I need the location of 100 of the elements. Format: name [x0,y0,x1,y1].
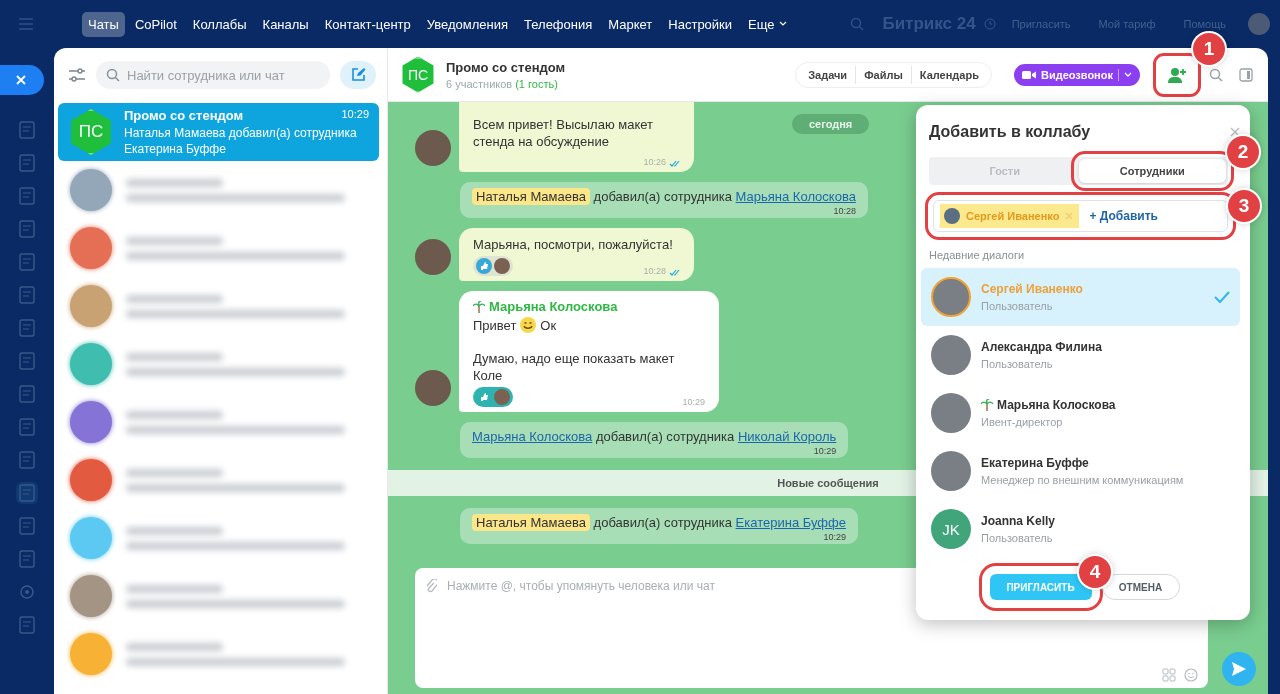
nav-link[interactable]: Чаты [82,11,125,37]
avatar [415,130,451,166]
check-icon [1214,291,1230,303]
popup-title: Добавить в коллабу [929,123,1091,141]
user-role: Пользователь [981,532,1054,544]
avatar [944,208,960,224]
filter-icon[interactable] [68,67,86,83]
app-icon[interactable] [16,350,38,372]
add-user-icon [1167,66,1187,83]
app-icon[interactable] [16,284,38,306]
user-list-item[interactable]: Александра Филина Пользователь [921,326,1240,384]
app-icon[interactable] [16,251,38,273]
user-role: Пользователь [981,300,1054,312]
message-time: 10:26 [643,157,666,167]
app-icon[interactable] [16,449,38,471]
pencil-square-icon [350,67,366,83]
app-icon[interactable] [16,152,38,174]
smiley-icon[interactable] [1184,668,1198,682]
user-role: Ивент-директор [981,416,1064,428]
app-icon[interactable] [16,614,38,636]
nav-link[interactable]: Телефония [518,11,599,37]
user-name: Joanna Kelly [981,514,1056,528]
compose-button[interactable] [340,61,376,89]
message-text: Марьяна, посмотри, пожалуйста! [473,236,674,253]
nav-link[interactable]: Коллабы [186,11,253,37]
app-icon[interactable] [16,482,38,504]
close-button[interactable] [0,65,44,95]
menu-icon[interactable] [18,18,34,30]
user-name: Сергей Иваненко [981,282,1083,296]
app-icon[interactable] [16,515,38,537]
date-label: сегодня [792,114,870,134]
user-list-item[interactable]: JK Joanna Kelly Пользователь [921,500,1240,558]
user-role: Пользователь [981,358,1054,370]
message-time: 10:28 [833,206,856,216]
message-time: 10:29 [823,532,846,542]
nav-link[interactable]: Маркет [602,11,659,37]
nav-link[interactable]: Уведомления [420,11,515,37]
header-tab-button[interactable]: Файлы [856,65,912,84]
chat-time: 10:29 [341,107,369,122]
nav-link[interactable]: Настройки [662,11,739,37]
search-field[interactable]: Найти сотрудника или чат [96,61,330,89]
app-icon[interactable] [16,416,38,438]
user-list-item[interactable]: Марьяна Колоскова Ивент-директор [921,384,1240,442]
user-avatar[interactable] [1248,13,1270,35]
clock-icon [983,18,996,30]
avatar [415,239,451,275]
avatar [931,451,971,491]
nav-link[interactable]: Контакт-центр [318,11,417,37]
user-role: Менеджер по внешним коммуникациям [981,474,1185,486]
app-icon[interactable] [16,185,38,207]
app-icon[interactable] [16,119,38,141]
close-icon[interactable] [1065,212,1074,220]
user-link[interactable]: Наталья Мамаева [472,188,590,205]
add-link[interactable]: + Добавить [1089,209,1158,223]
smiley-icon [520,317,537,333]
avatar [494,258,510,274]
avatar [931,393,971,433]
app-icon[interactable] [16,218,38,240]
step-number: 3 [1228,190,1260,222]
video-call-button[interactable]: Видеозвонок [1013,63,1140,86]
nav-link[interactable]: Еще [742,11,793,37]
caret-icon [1124,71,1132,78]
system-message: Наталья Мамаева добавил(а) сотрудника Екатерина Буффе [472,514,846,532]
step-number: 1 [1193,33,1225,65]
avatar [494,389,510,405]
message-text: Привет [473,317,517,333]
nav-link[interactable]: CoPilot [128,11,183,37]
grid-icon[interactable] [1162,668,1176,682]
system-message: Марьяна Колоскова добавил(а) сотрудника Николай Король [472,428,837,446]
user-name: Марьяна Колоскова [997,398,1116,412]
app-icon[interactable] [16,317,38,339]
user-link[interactable]: Екатерина Буффе [735,515,846,530]
send-icon [1231,661,1247,677]
header-tab-button[interactable]: Календарь [911,65,987,84]
app-icon[interactable] [16,548,38,570]
message-text: Всем привет! Высылаю макет стенда на обсуждение [473,116,654,150]
user-name: Екатерина Буффе [981,456,1089,470]
section-label: Недавние диалоги [929,249,1026,261]
paperclip-icon[interactable] [425,579,437,593]
initials-avatar: JK [931,509,971,549]
reaction-button[interactable] [473,256,513,276]
app-icon[interactable] [16,383,38,405]
nav-link[interactable]: Каналы [256,11,315,37]
user-link[interactable]: Николай Король [737,429,837,444]
message-text: Думаю, надо еще показать макет Коле [473,350,676,384]
avatar [931,277,971,317]
reaction-button[interactable] [473,387,513,407]
send-button[interactable] [1222,652,1256,686]
sidebar-icon [1239,67,1253,82]
user-link[interactable]: Наталья Мамаева [472,514,590,531]
step-number: 4 [1079,556,1111,588]
message-time: 10:29 [813,446,837,456]
message-time: 10:28 [643,266,666,276]
close-icon [15,74,27,86]
chat-title: Промо со стендом [124,107,244,123]
user-link[interactable]: Марьяна Колоскова [735,189,856,204]
search-icon[interactable] [850,17,865,31]
cancel-button[interactable]: ОТМЕНА [1101,574,1180,600]
header-tab-button[interactable]: Задачи [800,65,857,84]
user-link[interactable]: Марьяна Колоскова [472,429,593,444]
